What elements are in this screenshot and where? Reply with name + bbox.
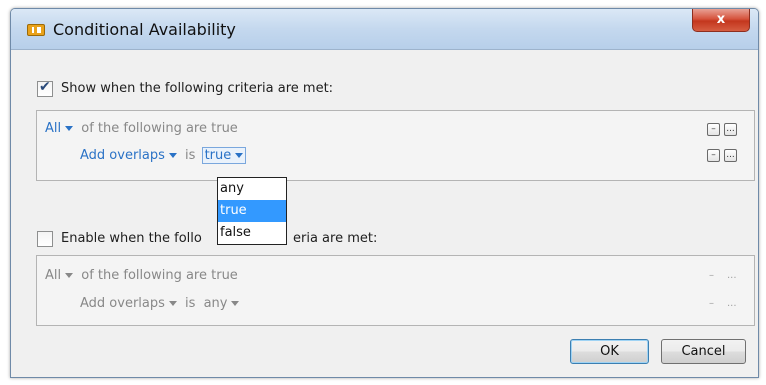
dialog-title: Conditional Availability <box>53 20 236 39</box>
show-condition-field-value: Add overlaps <box>80 148 165 163</box>
cancel-button[interactable]: Cancel <box>661 339 746 364</box>
dropdown-option-true[interactable]: true <box>218 200 286 222</box>
chevron-down-icon <box>65 126 74 131</box>
show-criteria-panel: All of the following are true – ... Add … <box>36 110 755 181</box>
chevron-down-icon <box>65 273 74 278</box>
chevron-down-icon <box>168 153 177 158</box>
enable-condition-row: Add overlaps is any <box>80 296 240 311</box>
enable-condition-field-value: Add overlaps <box>80 296 165 311</box>
enable-row2-more-button[interactable]: ... <box>727 298 737 309</box>
chevron-down-icon <box>235 153 244 158</box>
show-row1-more-button[interactable]: ... <box>724 123 737 136</box>
show-row1-remove-button[interactable]: – <box>707 123 720 136</box>
enable-quantifier-row: All of the following are true <box>45 268 238 283</box>
enable-condition-operator: is <box>185 296 196 311</box>
show-row2-more-button[interactable]: ... <box>724 149 737 162</box>
show-quantifier-row: All of the following are true <box>45 121 238 136</box>
enable-quantifier-suffix: of the following are true <box>81 268 238 283</box>
conditional-availability-dialog: Conditional Availability x Show when the… <box>10 8 759 378</box>
show-quantifier-dropdown[interactable]: All <box>45 121 74 136</box>
enable-criteria-checkbox[interactable] <box>37 231 53 247</box>
show-condition-operator: is <box>185 148 196 163</box>
app-icon <box>27 24 45 36</box>
enable-condition-value-dropdown[interactable]: any <box>204 296 240 311</box>
show-quantifier-suffix: of the following are true <box>81 121 238 136</box>
enable-criteria-label-end: eria are met: <box>293 231 378 246</box>
enable-criteria-panel: All of the following are true – ... Add … <box>36 255 755 326</box>
enable-row1-remove-button[interactable]: – <box>709 270 714 281</box>
show-criteria-checkbox[interactable] <box>37 79 53 97</box>
enable-quantifier-value: All <box>45 268 62 283</box>
show-condition-field-dropdown[interactable]: Add overlaps <box>80 148 177 163</box>
title-bar: Conditional Availability x <box>11 9 758 50</box>
close-button[interactable]: x <box>692 9 750 32</box>
show-row2-remove-button[interactable]: – <box>707 149 720 162</box>
chevron-down-icon <box>168 301 177 306</box>
value-dropdown-list: any true false <box>217 177 287 245</box>
chevron-down-icon <box>231 301 240 306</box>
show-condition-row: Add overlaps is true <box>80 147 247 164</box>
show-condition-value-dropdown[interactable]: true <box>201 147 247 164</box>
enable-criteria-label-start: Enable when the follo <box>61 231 202 246</box>
show-condition-value: true <box>204 148 232 163</box>
dropdown-option-any[interactable]: any <box>218 178 286 200</box>
enable-quantifier-dropdown[interactable]: All <box>45 268 74 283</box>
dropdown-option-false[interactable]: false <box>218 222 286 244</box>
enable-row2-remove-button[interactable]: – <box>709 298 714 309</box>
enable-row1-more-button[interactable]: ... <box>727 270 737 281</box>
enable-condition-value: any <box>203 296 228 311</box>
show-quantifier-value: All <box>45 121 62 136</box>
enable-condition-field-dropdown[interactable]: Add overlaps <box>80 296 177 311</box>
ok-button[interactable]: OK <box>570 339 649 364</box>
show-criteria-label: Show when the following criteria are met… <box>61 81 334 96</box>
